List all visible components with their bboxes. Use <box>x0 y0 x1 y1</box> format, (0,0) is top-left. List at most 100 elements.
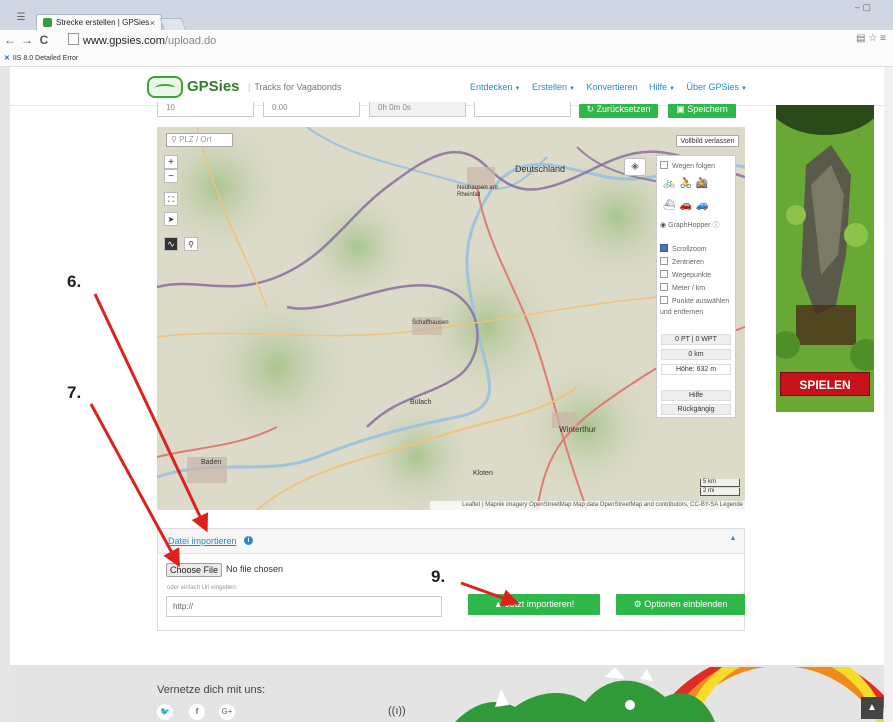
zoom-out-button[interactable]: − <box>164 169 178 183</box>
import-title-link[interactable]: Datei importieren <box>168 536 268 546</box>
map-scale: 5 km 2 mi <box>700 479 740 497</box>
point-count: 0 PT | 0 WPT <box>661 334 731 345</box>
hills-rainbow-art <box>455 667 884 722</box>
track-field-1[interactable]: 10 <box>157 102 254 117</box>
checkbox[interactable] <box>660 257 668 265</box>
tab-close-icon[interactable]: × <box>150 15 155 31</box>
scale-mi: 2 mi <box>700 488 740 496</box>
map-label-bulach: Bülach <box>410 399 432 406</box>
bookmarks-bar: ✕ IIS 8.0 Detailed Error <box>0 52 893 67</box>
follow-roads-option[interactable]: Wegen folgen <box>660 161 715 171</box>
reset-button[interactable]: ↻ Zurücksetzen <box>579 104 658 118</box>
tab-title: Strecke erstellen | GPSies <box>56 18 150 27</box>
url-field[interactable]: www.gpsies.com/upload.do <box>68 33 838 49</box>
back-icon[interactable]: ← <box>2 31 18 49</box>
url-host: www.gpsies.com <box>83 35 165 47</box>
points-option[interactable]: Punkte auswählen und entfernen <box>660 296 730 316</box>
track-field-2[interactable]: 0.00 <box>263 102 360 117</box>
checkbox[interactable] <box>660 270 668 278</box>
show-options-button[interactable]: ⚙ Optionen einblenden <box>616 594 745 615</box>
scroll-top-button[interactable]: ▲ <box>861 697 883 719</box>
map-label-baden: Baden <box>201 459 222 466</box>
option-label: Wegepunkte <box>672 272 712 279</box>
translate-icon[interactable]: ▤ <box>856 33 865 44</box>
refresh-icon: ↻ <box>586 104 597 114</box>
nav-entdecken[interactable]: Entdecken ▼ <box>470 82 520 92</box>
layers-icon[interactable]: ◈ <box>624 158 646 176</box>
footer-network-label: Vernetze dich mit uns: <box>157 684 266 696</box>
caret-down-icon: ▼ <box>514 86 521 92</box>
map-search-input[interactable]: ⚲ PLZ / Ort <box>166 133 233 147</box>
option-label: Scrollzoom <box>672 246 707 253</box>
page-icon <box>68 33 79 45</box>
map-attribution[interactable]: Leaflet | Mapnik imagery OpenStreetMap M… <box>430 501 745 510</box>
twitter-icon[interactable]: 🐦 <box>157 704 173 720</box>
choose-file-button[interactable]: Choose File <box>166 563 222 577</box>
logo-text: GPSies <box>187 78 240 95</box>
center-option[interactable]: Zentrieren <box>660 257 704 267</box>
fullscreen-exit-button[interactable]: Vollbild verlassen <box>676 135 739 147</box>
checkbox[interactable] <box>660 296 668 304</box>
router-option[interactable]: ◉ GraphHopper ⓘ <box>660 221 719 231</box>
map-label-kloten: Kloten <box>473 470 493 477</box>
checkbox[interactable] <box>660 161 668 169</box>
nav-hilfe[interactable]: Hilfe ▼ <box>649 82 675 92</box>
meter-km-option[interactable]: Meter / km <box>660 283 705 293</box>
options-button-label: Optionen einblenden <box>644 599 728 609</box>
logo-icon <box>147 76 183 98</box>
info-icon[interactable]: ⓘ <box>712 222 719 229</box>
gpsies-logo[interactable]: GPSies <box>147 76 257 98</box>
marker-icon[interactable]: ⚲ <box>184 237 198 251</box>
track-field-4[interactable] <box>474 102 571 117</box>
save-button[interactable]: ▣ Speichern <box>668 104 736 118</box>
bookmark-item[interactable]: IIS 8.0 Detailed Error <box>13 55 78 62</box>
extensions-area[interactable]: ▤ ☆ ≡ <box>856 33 892 49</box>
nav-erstellen[interactable]: Erstellen ▼ <box>532 82 575 92</box>
height-readout: Höhe: 632 m <box>661 364 731 375</box>
waypoints-option[interactable]: Wegepunkte <box>660 270 711 280</box>
option-label: Zentrieren <box>672 259 704 266</box>
reload-icon[interactable]: C <box>36 31 52 49</box>
option-label: Punkte auswählen und entfernen <box>660 298 730 316</box>
checkbox[interactable] <box>660 283 668 291</box>
facebook-icon[interactable]: f <box>189 704 205 720</box>
distance-readout: 0 km <box>661 349 731 360</box>
track-field-3[interactable]: 0h 0m 0s <box>369 102 466 117</box>
browser-tab[interactable]: Strecke erstellen | GPSies × <box>36 14 162 31</box>
undo-button[interactable]: Rückgängig <box>661 404 731 415</box>
transport-bike-icons[interactable]: 🚲🚴🚵 <box>663 178 712 189</box>
checkbox-checked[interactable] <box>660 244 668 252</box>
google-plus-icon[interactable]: G+ <box>219 704 235 720</box>
nav-konvertieren[interactable]: Konvertieren <box>586 82 637 92</box>
nav-ueber[interactable]: Über GPSies ▼ <box>687 82 747 92</box>
transport-vehicle-icons[interactable]: ⛴🚗🚙 <box>663 200 713 211</box>
radio-icon[interactable]: ((ı)) <box>388 705 418 717</box>
nav-label: Über GPSies <box>686 82 740 92</box>
forward-icon[interactable]: → <box>19 31 35 49</box>
help-button[interactable]: Hilfe <box>661 390 731 401</box>
url-hint-label: oder einfach Url eingeben: <box>167 585 238 591</box>
draw-route-icon[interactable]: ∿ <box>164 237 178 251</box>
ad-play-button[interactable]: SPIELEN <box>780 372 870 396</box>
option-label: Wegen folgen <box>672 163 716 170</box>
scrollzoom-option[interactable]: Scrollzoom <box>660 244 707 254</box>
favicon-icon <box>43 18 52 28</box>
save-label: Speichern <box>687 104 728 114</box>
zoom-in-button[interactable]: + <box>164 155 178 169</box>
info-icon[interactable]: i <box>244 536 253 545</box>
window-controls[interactable]: – ▢ <box>855 2 893 14</box>
upload-icon: ▲ <box>493 599 506 609</box>
collapse-icon[interactable]: ▲ <box>728 535 738 545</box>
page-scrollbar[interactable] <box>884 67 893 722</box>
menu-icon[interactable]: ≡ <box>880 33 886 44</box>
ad-banner[interactable] <box>776 105 874 412</box>
star-icon[interactable]: ☆ <box>868 33 877 44</box>
radio-icon[interactable]: ◉ <box>660 222 668 229</box>
import-button[interactable]: ▲ Jetzt importieren! <box>468 594 600 615</box>
main-nav: Entdecken ▼ Erstellen ▼ Konvertieren Hilfe… <box>470 80 760 94</box>
fullscreen-icon[interactable]: ⛶ <box>164 192 178 206</box>
map-label-schaffhausen: Schaffhausen <box>412 320 449 326</box>
browser-menu-icon[interactable]: ☰ <box>4 12 38 28</box>
import-url-input[interactable]: http:// <box>166 596 442 617</box>
locate-icon[interactable]: ➤ <box>164 212 178 226</box>
